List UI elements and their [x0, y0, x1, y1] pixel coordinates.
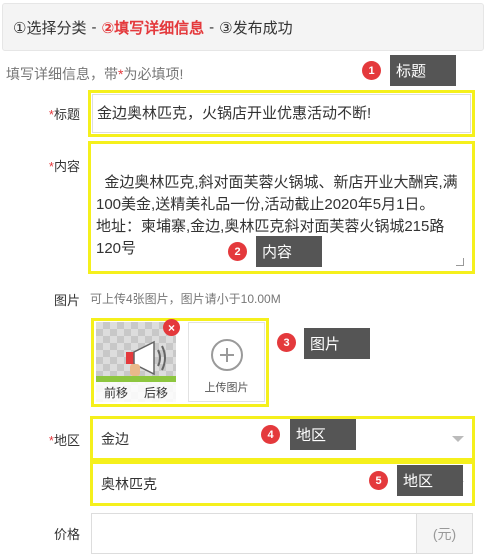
step-3: ③发布成功: [219, 19, 293, 37]
annotation-badge-4: 4: [261, 425, 280, 444]
step-progress: ①选择分类 - ②填写详细信息 - ③发布成功: [2, 3, 484, 51]
annotation-tag-content: 内容: [256, 236, 322, 267]
region-label: *地区: [48, 433, 80, 448]
megaphone-icon: [126, 340, 166, 376]
delete-image-button[interactable]: ×: [163, 319, 180, 336]
price-unit: (元): [417, 513, 473, 554]
annotation-badge-5: 5: [369, 471, 388, 490]
upload-image-label: 上传图片: [204, 382, 249, 394]
annotation-tag-title: 标题: [390, 55, 456, 86]
move-prev-button[interactable]: 前移: [104, 384, 128, 401]
price-label: 价格: [53, 527, 80, 542]
annotation-badge-2: 2: [228, 242, 247, 261]
content-label: *内容: [48, 159, 80, 174]
pictures-hint: 可上传4张图片，图片请小于10.00M: [90, 292, 281, 306]
annotation-tag-region-city: 地区: [290, 419, 356, 450]
annotation-badge-1: 1: [362, 61, 381, 80]
step-2-active: ②填写详细信息: [101, 19, 205, 37]
thumbnail-actions: 前移 后移: [96, 382, 176, 402]
title-label: *标题: [48, 107, 80, 122]
move-next-button[interactable]: 后移: [144, 384, 168, 401]
title-input[interactable]: 金边奥林匹克，火锅店开业优惠活动不断!: [92, 94, 471, 133]
uploaded-image-thumbnail[interactable]: 前移 后移: [96, 322, 176, 402]
upload-image-button[interactable]: 上传图片: [188, 322, 265, 402]
step-separator: -: [209, 18, 215, 36]
annotation-badge-3: 3: [277, 333, 296, 352]
region-city-select[interactable]: 金边: [93, 419, 472, 458]
step-1: ①选择分类: [13, 19, 87, 37]
annotation-tag-region-area: 地区: [397, 465, 463, 496]
add-circle-icon: [211, 339, 243, 371]
resize-handle[interactable]: [456, 258, 464, 266]
pictures-label: 图片: [53, 293, 80, 308]
step-separator: -: [91, 18, 97, 36]
price-input[interactable]: [91, 513, 417, 554]
annotation-tag-pictures: 图片: [304, 328, 370, 359]
required-hint: 填写详细信息，带*为必填项!: [6, 66, 184, 82]
chevron-down-icon: [452, 435, 464, 442]
